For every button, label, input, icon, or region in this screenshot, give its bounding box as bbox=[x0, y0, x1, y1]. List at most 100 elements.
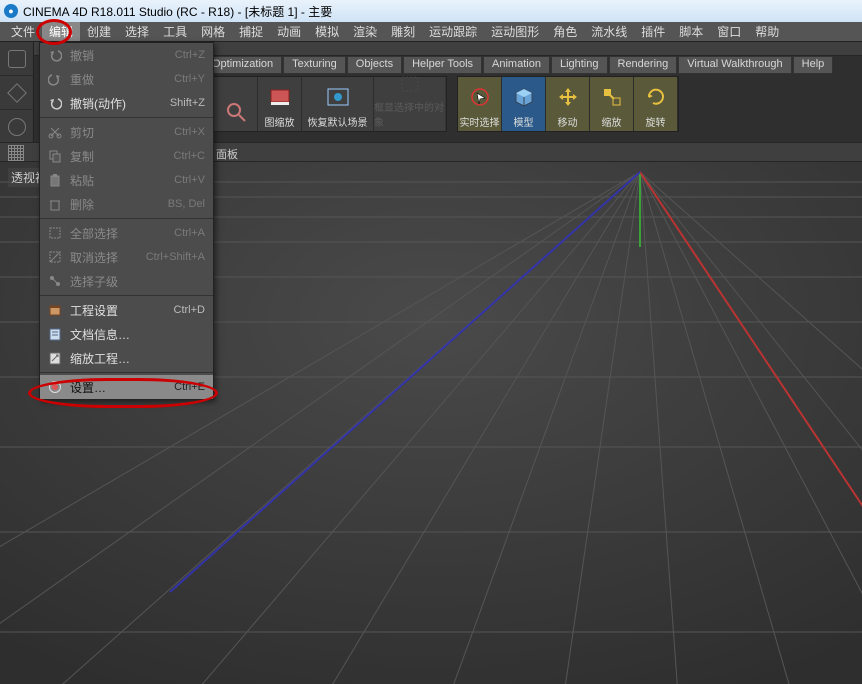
scale-icon bbox=[599, 84, 625, 110]
ribbon-移动[interactable]: 移动 bbox=[546, 77, 590, 131]
ribbon-旋转[interactable]: 旋转 bbox=[634, 77, 678, 131]
undo2-icon bbox=[46, 95, 64, 111]
menu-雕刻[interactable]: 雕刻 bbox=[384, 22, 422, 41]
ribbon-label: 缩放 bbox=[602, 114, 622, 129]
rotate-icon bbox=[643, 84, 669, 110]
ribbon-label: 恢复默认场景 bbox=[308, 114, 368, 129]
menu-捕捉[interactable]: 捕捉 bbox=[232, 22, 270, 41]
desel-icon bbox=[46, 249, 64, 265]
tab-texturing[interactable]: Texturing bbox=[283, 56, 346, 74]
menuitem-撤销: 撤销Ctrl+Z bbox=[40, 43, 213, 67]
ribbon-框显选择中的对象[interactable]: 框显选择中的对象 bbox=[374, 77, 446, 131]
tab-optimization[interactable]: Optimization bbox=[203, 56, 282, 74]
copy-icon bbox=[46, 148, 64, 164]
menuitem-剪切: 剪切Ctrl+X bbox=[40, 120, 213, 144]
menu-插件[interactable]: 插件 bbox=[634, 22, 672, 41]
ribbon-实时选择[interactable]: 实时选择 bbox=[458, 77, 502, 131]
menuitem-工程设置[interactable]: 工程设置Ctrl+D bbox=[40, 298, 213, 322]
menuitem-文档信息…[interactable]: 文档信息… bbox=[40, 322, 213, 346]
frame-icon bbox=[267, 84, 293, 110]
tab-rendering[interactable]: Rendering bbox=[609, 56, 678, 74]
menu-separator bbox=[40, 117, 213, 118]
menuitem-shortcut: Ctrl+E bbox=[174, 381, 205, 393]
proj-icon bbox=[46, 302, 64, 318]
menuitem-重做: 重做Ctrl+Y bbox=[40, 67, 213, 91]
edit-menu-dropdown: 撤销Ctrl+Z重做Ctrl+Y撤销(动作)Shift+Z剪切Ctrl+X复制C… bbox=[39, 42, 214, 400]
menuitem-shortcut: Ctrl+V bbox=[174, 174, 205, 186]
cut-icon bbox=[46, 124, 64, 140]
menu-运动图形[interactable]: 运动图形 bbox=[484, 22, 546, 41]
menuitem-全部选择: 全部选择Ctrl+A bbox=[40, 221, 213, 245]
menu-脚本[interactable]: 脚本 bbox=[672, 22, 710, 41]
left-tool-btn-2[interactable] bbox=[0, 76, 34, 110]
ribbon-恢复默认场景[interactable]: 恢复默认场景 bbox=[302, 77, 374, 131]
ribbon-图缩放[interactable]: 图缩放 bbox=[258, 77, 302, 131]
menu-角色[interactable]: 角色 bbox=[546, 22, 584, 41]
menu-编辑[interactable]: 编辑 bbox=[42, 22, 80, 41]
menuitem-label: 重做 bbox=[70, 71, 174, 88]
menu-工具[interactable]: 工具 bbox=[156, 22, 194, 41]
menuitem-缩放工程…[interactable]: 缩放工程… bbox=[40, 346, 213, 370]
app-icon: ● bbox=[4, 4, 18, 18]
window-title: CINEMA 4D R18.011 Studio (RC - R18) - [未… bbox=[23, 3, 332, 20]
menu-流水线[interactable]: 流水线 bbox=[584, 22, 634, 41]
ribbon-label: 模型 bbox=[514, 114, 534, 129]
menuitem-撤销(动作)[interactable]: 撤销(动作)Shift+Z bbox=[40, 91, 213, 115]
menuitem-取消选择: 取消选择Ctrl+Shift+A bbox=[40, 245, 213, 269]
selchild-icon bbox=[46, 273, 64, 289]
window-titlebar: ● CINEMA 4D R18.011 Studio (RC - R18) - … bbox=[0, 0, 862, 22]
menu-渲染[interactable]: 渲染 bbox=[346, 22, 384, 41]
menuitem-shortcut: Ctrl+X bbox=[174, 126, 205, 138]
menu-网格[interactable]: 网格 bbox=[194, 22, 232, 41]
menu-运动跟踪[interactable]: 运动跟踪 bbox=[422, 22, 484, 41]
menuitem-label: 选择子级 bbox=[70, 273, 205, 290]
menu-帮助[interactable]: 帮助 bbox=[748, 22, 786, 41]
ribbon-label: 移动 bbox=[558, 114, 578, 129]
left-tool-btn-3[interactable] bbox=[0, 110, 34, 144]
ribbon-label: 实时选择 bbox=[460, 114, 500, 129]
scene-icon bbox=[325, 84, 351, 110]
tool-ribbon: 图缩放恢复默认场景框显选择中的对象 实时选择模型 移动 缩放旋转 bbox=[213, 76, 683, 132]
panel-grid-icon bbox=[8, 145, 24, 161]
tab-helper-tools[interactable]: Helper Tools bbox=[403, 56, 482, 74]
redo-icon bbox=[46, 71, 64, 87]
menuitem-label: 设置… bbox=[70, 379, 174, 396]
ribbon-label: 框显选择中的对象 bbox=[374, 99, 445, 129]
menu-模拟[interactable]: 模拟 bbox=[308, 22, 346, 41]
menuitem-label: 删除 bbox=[70, 196, 168, 213]
menuitem-shortcut: Ctrl+Z bbox=[175, 49, 205, 61]
tab-virtual-walkthrough[interactable]: Virtual Walkthrough bbox=[678, 56, 791, 74]
ribbon-模型[interactable]: 模型 bbox=[502, 77, 546, 131]
menu-separator bbox=[40, 218, 213, 219]
menuitem-label: 全部选择 bbox=[70, 225, 174, 242]
tab-animation[interactable]: Animation bbox=[483, 56, 550, 74]
box-icon bbox=[397, 73, 423, 95]
menuitem-粘贴: 粘贴Ctrl+V bbox=[40, 168, 213, 192]
menu-创建[interactable]: 创建 bbox=[80, 22, 118, 41]
secondary-tabbar: OptimizationTexturingObjectsHelper Tools… bbox=[203, 56, 833, 74]
cursor-icon bbox=[467, 84, 493, 110]
menuitem-shortcut: Ctrl+C bbox=[174, 150, 205, 162]
ribbon-magnify[interactable] bbox=[214, 77, 258, 131]
left-tool-btn-1[interactable] bbox=[0, 42, 34, 76]
tab-lighting[interactable]: Lighting bbox=[551, 56, 608, 74]
menuitem-shortcut: BS, Del bbox=[168, 198, 205, 210]
menu-选择[interactable]: 选择 bbox=[118, 22, 156, 41]
menuitem-选择子级: 选择子级 bbox=[40, 269, 213, 293]
menu-文件[interactable]: 文件 bbox=[4, 22, 42, 41]
menuitem-shortcut: Ctrl+D bbox=[174, 304, 205, 316]
scalep-icon bbox=[46, 350, 64, 366]
menu-动画[interactable]: 动画 bbox=[270, 22, 308, 41]
magnify-icon bbox=[223, 99, 249, 125]
menuitem-设置…[interactable]: 设置…Ctrl+E bbox=[40, 375, 213, 399]
ribbon-缩放[interactable]: 缩放 bbox=[590, 77, 634, 131]
tab-help[interactable]: Help bbox=[793, 56, 834, 74]
tab-objects[interactable]: Objects bbox=[347, 56, 402, 74]
menuitem-label: 取消选择 bbox=[70, 249, 146, 266]
menu-窗口[interactable]: 窗口 bbox=[710, 22, 748, 41]
menuitem-shortcut: Ctrl+Shift+A bbox=[146, 251, 205, 263]
left-toolbar bbox=[0, 42, 34, 144]
delete-icon bbox=[46, 196, 64, 212]
menuitem-label: 工程设置 bbox=[70, 302, 174, 319]
cube-icon bbox=[511, 84, 537, 110]
